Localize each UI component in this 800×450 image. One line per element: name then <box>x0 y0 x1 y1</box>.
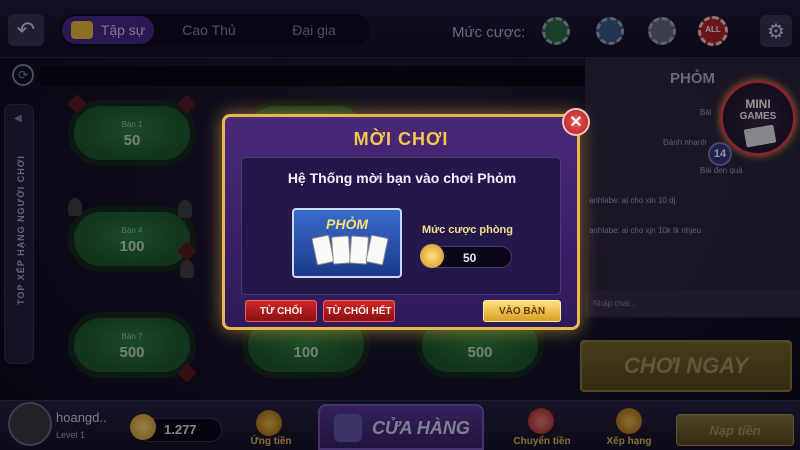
invite-message: Hệ Thống mời bạn vào chơi Phỏm <box>287 170 517 186</box>
coin-icon <box>420 244 444 268</box>
room-bet-label: Mức cược phòng <box>422 224 513 236</box>
close-icon: ✕ <box>569 114 583 131</box>
decline-all-button[interactable]: TỪ CHỐI HẾT <box>323 300 395 322</box>
invite-dialog: MỜI CHƠI Hệ Thống mời bạn vào chơi Phỏm … <box>222 114 580 330</box>
card-icon <box>365 234 389 266</box>
decline-button[interactable]: TỪ CHỐI <box>245 300 317 322</box>
dialog-body: Hệ Thống mời bạn vào chơi Phỏm PHỎM Mức … <box>241 157 561 295</box>
close-button[interactable]: ✕ <box>562 108 590 136</box>
room-bet-value: 50 <box>463 251 477 265</box>
game-lobby-screen: ↶ Tập sự Cao Thủ Đại gia Mức cược: ALL ⚙… <box>0 0 800 450</box>
game-name: PHỎM <box>326 216 368 232</box>
card-icon <box>331 235 351 265</box>
dialog-title: MỜI CHƠI <box>353 129 449 149</box>
join-table-button[interactable]: VÀO BÀN <box>483 300 561 322</box>
game-thumbnail: PHỎM <box>292 208 402 278</box>
